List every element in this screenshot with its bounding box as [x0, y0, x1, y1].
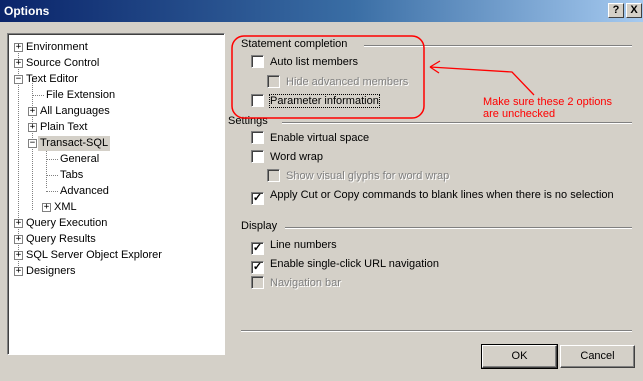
settings-header: Settings — [228, 115, 268, 127]
checkbox-label: Hide advanced members — [286, 76, 409, 88]
checkbox-label: Enable single-click URL navigation — [270, 258, 439, 270]
display-header: Display — [241, 220, 278, 232]
tree-line — [32, 95, 44, 96]
hide-advanced-members-checkbox: Hide advanced members — [267, 75, 408, 91]
bottom-divider — [241, 330, 632, 332]
tree-item-label: Advanced — [60, 185, 109, 197]
checkbox-box — [251, 276, 264, 289]
line-numbers-checkbox[interactable]: ✓ Line numbers — [251, 238, 337, 255]
tree-item-label: Tabs — [60, 169, 84, 181]
expand-icon[interactable]: + — [28, 123, 37, 132]
group-divider — [364, 45, 632, 47]
checkbox-label: Apply Cut or Copy commands to blank line… — [270, 189, 614, 201]
group-divider — [282, 122, 632, 124]
tree-item-general[interactable]: General — [60, 152, 99, 167]
tree-item-file-extension[interactable]: File Extension — [46, 88, 115, 103]
parameter-information-checkbox[interactable]: Parameter information — [251, 94, 380, 110]
help-button[interactable]: ? — [608, 3, 624, 18]
expand-icon[interactable]: + — [42, 203, 51, 212]
options-tree[interactable]: + Environment + Source Control − Text Ed… — [7, 33, 225, 355]
checkbox-label: Auto list members — [270, 56, 359, 68]
word-wrap-checkbox[interactable]: Word wrap — [251, 150, 323, 166]
title-bar[interactable]: Options ? X — [0, 0, 643, 22]
tree-item-label: Transact-SQL — [38, 136, 111, 151]
tree-item-label: Query Results — [26, 233, 96, 245]
group-divider — [285, 227, 632, 229]
checkbox-label: Show visual glyphs for word wrap — [286, 170, 450, 182]
window-title: Options — [4, 4, 50, 18]
tree-item-label: Designers — [26, 265, 76, 277]
checkbox-box — [267, 169, 280, 182]
tree-line — [46, 191, 58, 192]
checkbox-label: Enable virtual space — [270, 132, 370, 144]
collapse-icon[interactable]: − — [14, 75, 23, 84]
checkbox-label: Parameter information — [269, 94, 380, 108]
collapse-icon[interactable]: − — [28, 139, 37, 148]
statement-completion-header: Statement completion — [241, 38, 348, 50]
expand-icon[interactable]: + — [14, 43, 23, 52]
expand-icon[interactable]: + — [28, 107, 37, 116]
tree-item-label: Plain Text — [40, 121, 88, 133]
expand-icon[interactable]: + — [14, 235, 23, 244]
expand-icon[interactable]: + — [14, 267, 23, 276]
tree-item-label: Query Execution — [26, 217, 108, 229]
tree-item-label: XML — [54, 201, 77, 213]
check-icon[interactable]: ✓ — [251, 242, 264, 255]
expand-icon[interactable]: + — [14, 219, 23, 228]
auto-list-members-checkbox[interactable]: Auto list members — [251, 55, 358, 71]
checkbox-box[interactable] — [251, 55, 264, 68]
apply-cut-copy-checkbox[interactable]: ✓ Apply Cut or Copy commands to blank lin… — [251, 188, 614, 205]
tree-item-label: All Languages — [40, 105, 110, 117]
expand-icon[interactable]: + — [14, 251, 23, 260]
checkbox-box[interactable] — [251, 150, 264, 163]
tree-item-label: SQL Server Object Explorer — [26, 249, 162, 261]
check-icon[interactable]: ✓ — [251, 192, 264, 205]
single-click-url-checkbox[interactable]: ✓ Enable single-click URL navigation — [251, 257, 439, 274]
enable-virtual-space-checkbox[interactable]: Enable virtual space — [251, 131, 369, 147]
tree-item-tabs[interactable]: Tabs — [60, 168, 83, 183]
annotation-arrow-line — [429, 66, 535, 96]
checkbox-label: Line numbers — [270, 239, 337, 251]
checkbox-box — [267, 75, 280, 88]
arrow-head-icon — [429, 60, 441, 74]
checkbox-box[interactable] — [251, 131, 264, 144]
tree-item-label: File Extension — [46, 89, 116, 101]
tree-item-advanced[interactable]: Advanced — [60, 184, 109, 199]
ok-button[interactable]: OK — [481, 344, 558, 369]
show-visual-glyphs-checkbox: Show visual glyphs for word wrap — [267, 169, 449, 185]
close-button[interactable]: X — [626, 3, 642, 18]
checkbox-label: Word wrap — [270, 151, 323, 163]
checkbox-box[interactable] — [251, 94, 264, 107]
navigation-bar-checkbox: Navigation bar — [251, 276, 341, 292]
tree-line — [46, 159, 58, 160]
checkbox-label: Navigation bar — [270, 277, 341, 289]
check-icon[interactable]: ✓ — [251, 261, 264, 274]
tree-line — [46, 175, 58, 176]
tree-item-label: General — [60, 153, 100, 165]
expand-icon[interactable]: + — [14, 59, 23, 68]
tree-item-label: Text Editor — [26, 73, 78, 85]
cancel-button[interactable]: Cancel — [560, 345, 635, 368]
options-dialog: Options ? X + Environment + Source Contr… — [0, 0, 643, 381]
annotation-text-line2: are unchecked — [483, 108, 556, 120]
tree-item-label: Environment — [26, 41, 88, 53]
tree-item-label: Source Control — [26, 57, 100, 69]
